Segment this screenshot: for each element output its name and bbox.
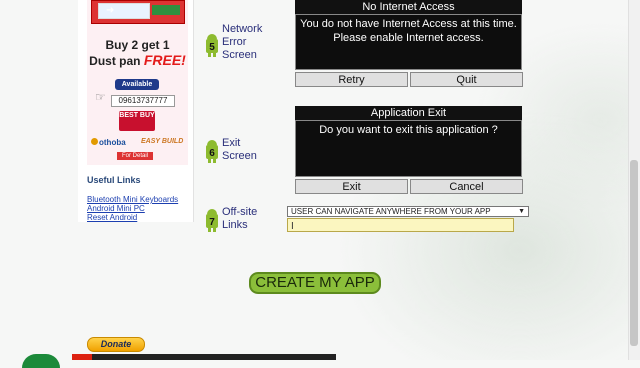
android-step-7-icon: 7 [206,209,218,232]
exit-dialog-title: Application Exit [295,106,522,120]
dropdown-caret-icon: ▼ [518,208,525,215]
text-cursor-icon: I [291,221,294,232]
retry-button[interactable]: Retry [295,72,408,87]
othoba-logo: othoba [91,138,126,147]
ad-for-detail: For Detail [117,152,153,160]
android-step-6-icon: 6 [206,140,218,163]
bestbuy-logo: BEST BUY [119,111,155,131]
cancel-button[interactable]: Cancel [410,179,523,194]
ad-subheadline: Dust pan FREE! [89,52,186,68]
link-reset-android[interactable]: Reset Android [87,213,137,222]
network-dialog-message: You do not have Internet Access at this … [295,14,522,70]
scrollbar-thumb[interactable] [630,160,638,346]
ad-headline: Buy 2 get 1 [105,38,170,52]
easybuild-logo: EASY BUILD [141,138,184,145]
android-step-5-icon: 5 [206,34,218,57]
offsite-url-input[interactable] [287,218,514,232]
svg-text:6: 6 [209,148,215,159]
offsite-navigation-select[interactable]: USER CAN NAVIGATE ANYWHERE FROM YOUR APP… [287,206,529,217]
step-5-label: Network Error Screen [222,23,263,61]
svg-text:5: 5 [209,42,215,53]
donate-button[interactable]: Donate [87,337,145,352]
step-6-label: Exit Screen [222,137,257,162]
quit-button[interactable]: Quit [410,72,523,87]
ad-product-image: ➜ [91,0,185,24]
step-7-label: Off-site Links [222,206,258,231]
arrow-icon: ➜ [106,5,115,16]
advertisement-banner[interactable]: ➜ Buy 2 get 1 Dust pan FREE! Available ☞… [87,0,188,165]
exit-dialog-message: Do you want to exit this application ? [295,120,522,177]
link-android-mini-pc[interactable]: Android Mini PC [87,204,145,213]
link-bluetooth-mini-keyboards[interactable]: Bluetooth Mini Keyboards [87,195,178,204]
green-circle-badge [22,354,60,368]
svg-text:7: 7 [209,217,215,228]
pointing-hand-icon: ☞ [95,90,106,104]
video-player-strip[interactable] [72,354,336,360]
ad-phone-number: 09613737777 [111,95,175,107]
exit-button[interactable]: Exit [295,179,408,194]
ad-available-badge: Available [115,79,159,90]
network-dialog-title: No Internet Access [295,0,522,14]
useful-links-heading: Useful Links [87,175,141,185]
create-my-app-button[interactable]: CREATE MY APP [249,272,381,294]
